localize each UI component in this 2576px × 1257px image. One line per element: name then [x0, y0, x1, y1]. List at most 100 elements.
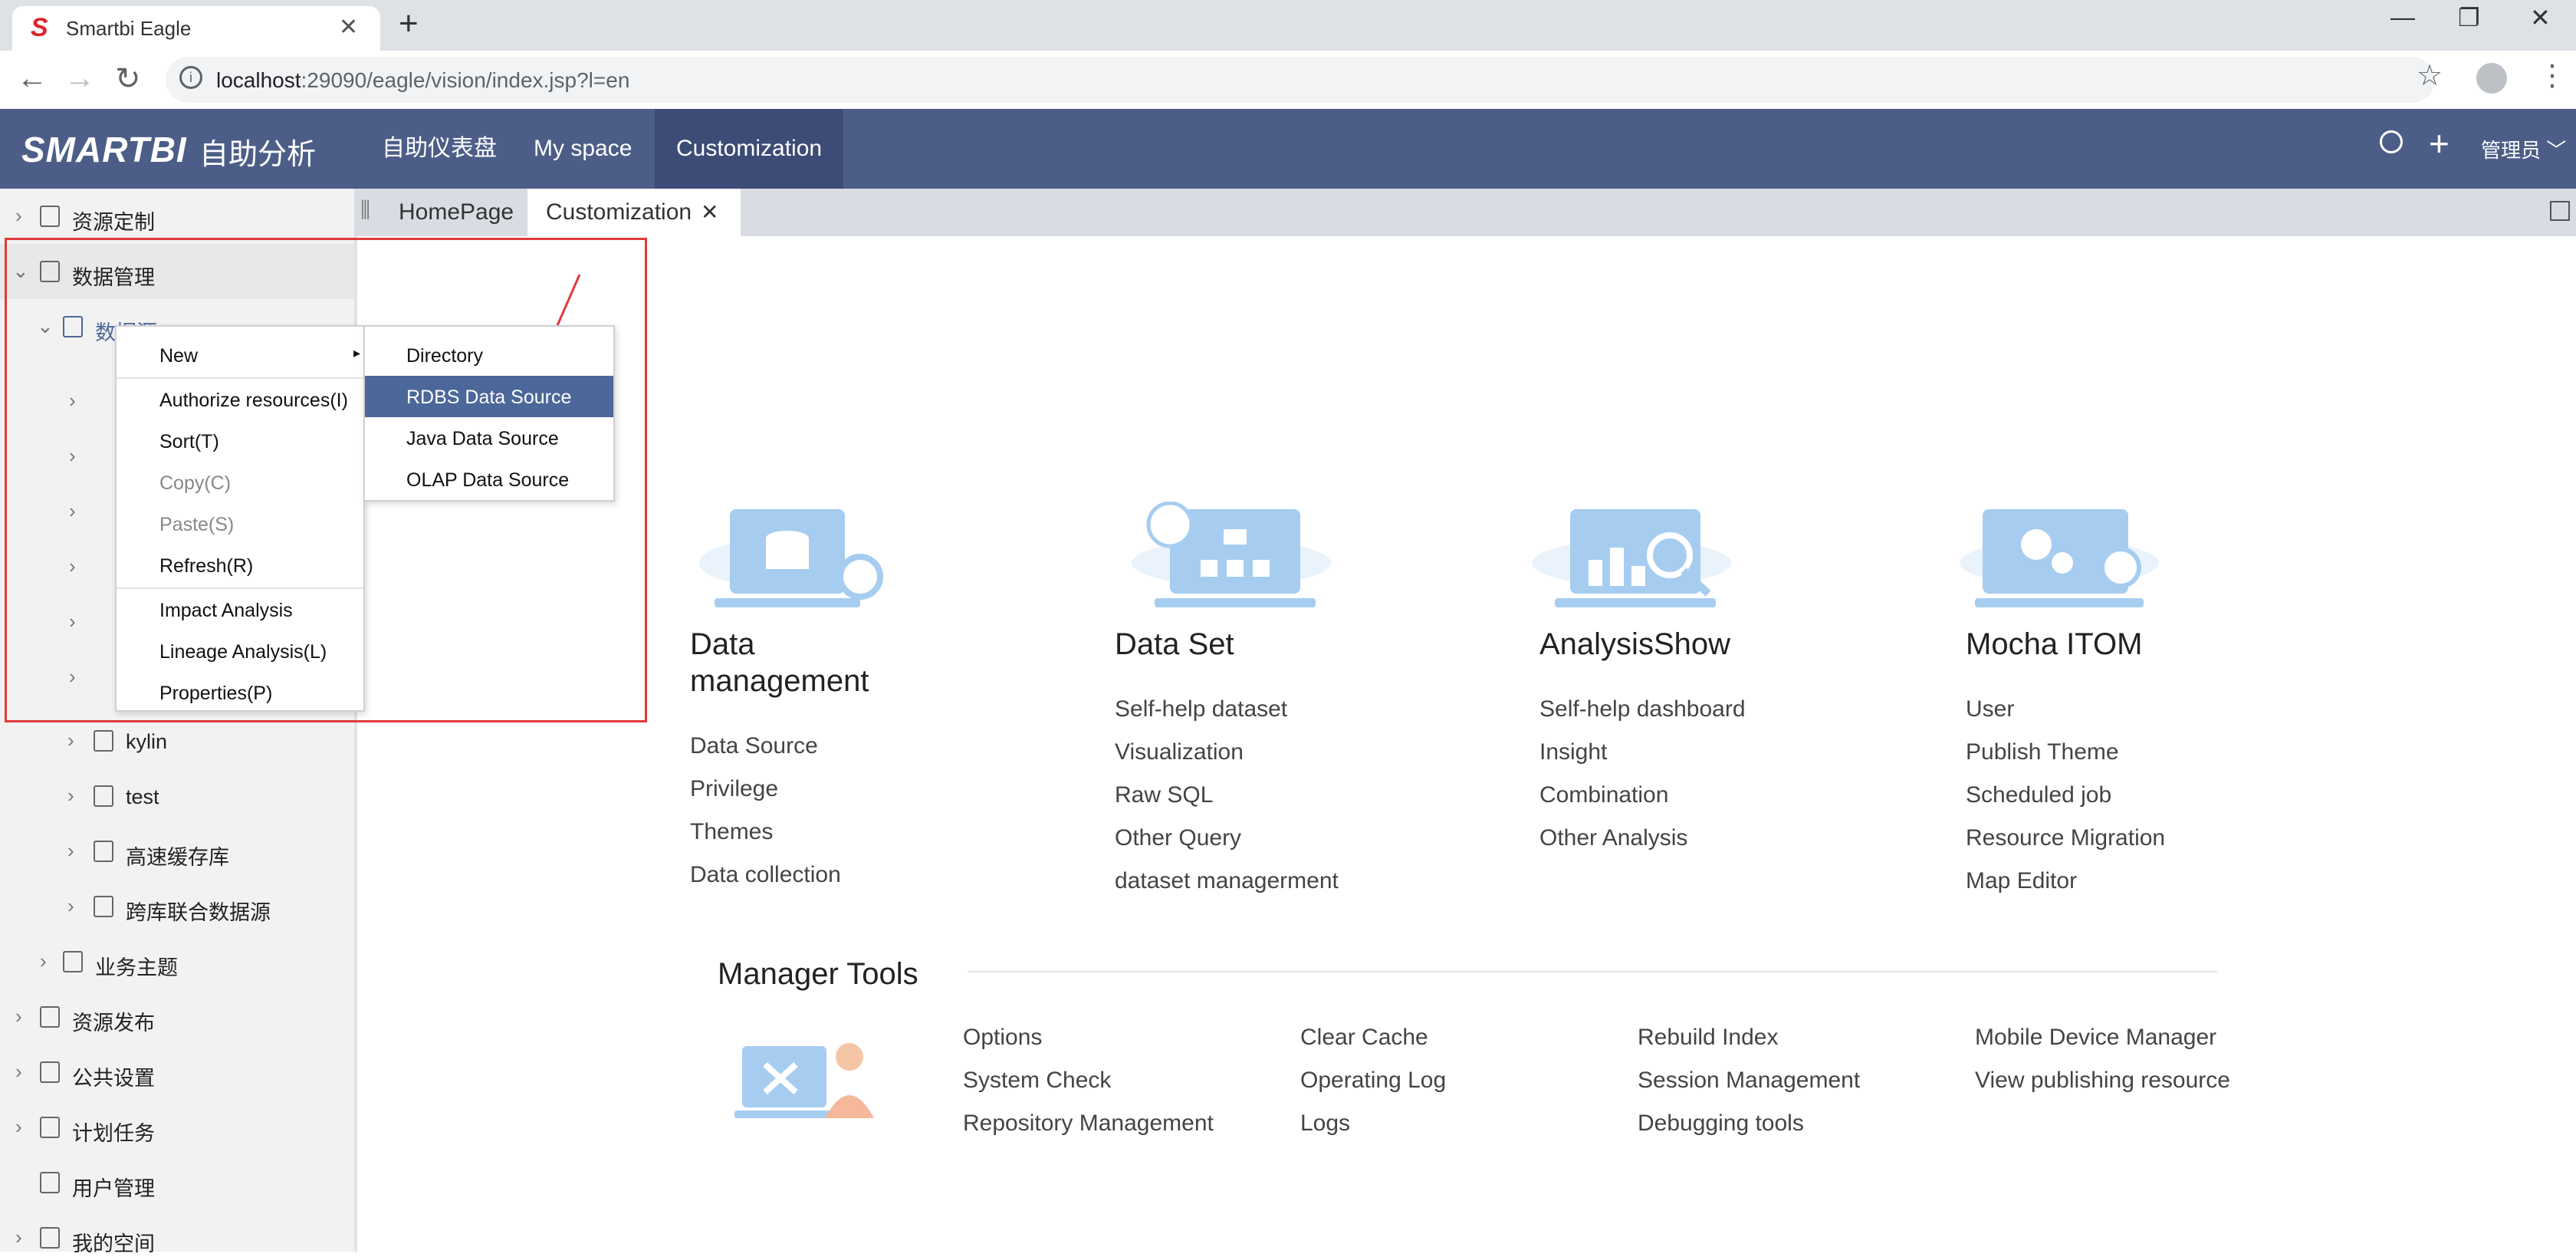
user-management-icon [40, 1172, 60, 1193]
bookmark-star-icon[interactable]: ☆ [2417, 58, 2443, 93]
add-icon[interactable]: + [2429, 123, 2450, 164]
chevron-right-icon: › [67, 839, 74, 862]
tree-node-resource-custom[interactable]: › 资源定制 [0, 189, 354, 244]
menu-item-new[interactable]: New ▸ [117, 334, 363, 376]
link-resource-migration[interactable]: Resource Migration [1966, 825, 2165, 851]
tree-node-public-settings[interactable]: › 公共设置 [0, 1045, 354, 1100]
app-header: SMARTBI 自助分析 自助仪表盘 My space Customizatio… [0, 109, 2576, 189]
close-tab-icon[interactable]: ✕ [339, 14, 358, 41]
link-repository-management[interactable]: Repository Management [963, 1111, 1214, 1137]
tree-node-cache-db[interactable]: › 高速缓存库 [0, 824, 354, 879]
link-clear-cache[interactable]: Clear Cache [1300, 1025, 1428, 1051]
link-debugging-tools[interactable]: Debugging tools [1638, 1111, 1804, 1137]
content-tabbar: ⫼ HomePage Customization ✕ [354, 189, 2576, 236]
user-menu[interactable]: 管理员 ﹀ [2481, 135, 2566, 163]
close-tab-icon[interactable]: ✕ [701, 199, 718, 225]
menu-item-lineage-analysis[interactable]: Lineage Analysis(L) [117, 630, 363, 672]
browser-tab-title: Smartbi Eagle [66, 17, 192, 40]
federated-db-icon [94, 896, 113, 917]
link-options[interactable]: Options [963, 1025, 1042, 1051]
link-user[interactable]: User [1966, 696, 2014, 722]
link-rebuild-index[interactable]: Rebuild Index [1638, 1025, 1778, 1051]
link-raw-sql[interactable]: Raw SQL [1115, 782, 1213, 808]
link-map-editor[interactable]: Map Editor [1966, 868, 2077, 894]
reload-icon[interactable]: ↻ [115, 61, 141, 97]
new-tab-icon[interactable]: + [399, 5, 419, 43]
restore-icon[interactable]: ❐ [2458, 3, 2480, 32]
link-view-publishing-resource[interactable]: View publishing resource [1975, 1068, 2230, 1094]
link-scheduled-job[interactable]: Scheduled job [1966, 782, 2111, 808]
chevron-right-icon: › [67, 894, 74, 917]
tree-node-user-management[interactable]: 用户管理 [0, 1155, 354, 1210]
tab-list-icon[interactable]: ⫼ [360, 198, 370, 223]
manager-tools-title: Manager Tools [718, 957, 918, 991]
link-data-collection[interactable]: Data collection [690, 862, 841, 888]
link-dataset-management[interactable]: dataset managerment [1115, 868, 1339, 894]
link-data-source[interactable]: Data Source [690, 733, 818, 759]
chevron-right-icon: › [40, 949, 47, 972]
chevron-right-icon: › [67, 784, 74, 807]
submenu-item-olap-data-source[interactable]: OLAP Data Source [365, 459, 613, 500]
browser-menu-icon[interactable]: ⋮ [2538, 58, 2567, 93]
profile-avatar-icon[interactable] [2476, 63, 2507, 94]
link-session-management[interactable]: Session Management [1638, 1068, 1860, 1094]
menu-item-paste[interactable]: Paste(S) [117, 503, 363, 545]
url-field[interactable]: i localhost:29090/eagle/vision/index.jsp… [166, 57, 2435, 103]
chevron-right-icon: › [15, 1115, 22, 1138]
link-insight[interactable]: Insight [1539, 739, 1607, 765]
link-self-help-dataset[interactable]: Self-help dataset [1115, 696, 1287, 722]
chevron-right-icon: › [15, 1005, 22, 1028]
tree-node-resource-publish[interactable]: › 资源发布 [0, 989, 354, 1045]
link-publish-theme[interactable]: Publish Theme [1966, 739, 2119, 765]
tab-homepage[interactable]: HomePage [380, 189, 532, 236]
tree-node-business-theme[interactable]: › 业务主题 [0, 934, 354, 989]
forward-icon[interactable]: → [64, 61, 95, 96]
link-operating-log[interactable]: Operating Log [1300, 1068, 1446, 1094]
menu-item-properties[interactable]: Properties(P) [117, 672, 363, 713]
cache-db-icon [94, 841, 113, 862]
browser-tabstrip: S Smartbi Eagle ✕ + — ❐ ✕ [0, 0, 2576, 51]
submenu-item-rdbs-data-source[interactable]: RDBS Data Source [365, 376, 613, 417]
tree-node-my-space[interactable]: › 我的空间 [0, 1210, 354, 1255]
analysis-show-illustration [1532, 509, 1731, 607]
resource-icon [40, 206, 60, 227]
link-other-analysis[interactable]: Other Analysis [1539, 825, 1687, 851]
link-themes[interactable]: Themes [690, 819, 773, 845]
search-icon[interactable] [2380, 130, 2403, 153]
maximize-panel-icon[interactable] [2550, 201, 2570, 221]
section-divider [968, 971, 2217, 972]
tree-node-scheduled-tasks[interactable]: › 计划任务 [0, 1100, 354, 1155]
database-icon [94, 730, 113, 752]
menu-item-authorize[interactable]: Authorize resources(I) [117, 379, 363, 420]
close-window-icon[interactable]: ✕ [2530, 3, 2551, 32]
submenu-item-directory[interactable]: Directory [365, 334, 613, 376]
settings-icon [40, 1061, 60, 1083]
link-other-query[interactable]: Other Query [1115, 825, 1241, 851]
link-mobile-device-manager[interactable]: Mobile Device Manager [1975, 1025, 2216, 1051]
menu-item-impact-analysis[interactable]: Impact Analysis [117, 589, 363, 630]
customization-home: Data management Data Source Privilege Th… [357, 236, 2576, 1252]
menu-item-copy[interactable]: Copy(C) [117, 462, 363, 503]
link-system-check[interactable]: System Check [963, 1068, 1111, 1094]
chevron-down-icon: ﹀ [2546, 139, 2567, 162]
menu-item-refresh[interactable]: Refresh(R) [117, 545, 363, 586]
browser-tab[interactable]: S Smartbi Eagle ✕ [12, 6, 380, 51]
nav-customization[interactable]: Customization [655, 109, 844, 189]
manager-tools-illustration [734, 1043, 874, 1118]
link-logs[interactable]: Logs [1300, 1111, 1350, 1137]
tree-node-federated-ds[interactable]: › 跨库联合数据源 [0, 879, 354, 934]
link-combination[interactable]: Combination [1539, 782, 1668, 808]
minimize-icon[interactable]: — [2390, 3, 2415, 31]
submenu-item-java-data-source[interactable]: Java Data Source [365, 417, 613, 459]
nav-my-space[interactable]: My space [512, 109, 653, 189]
link-visualization[interactable]: Visualization [1115, 739, 1244, 765]
link-self-help-dashboard[interactable]: Self-help dashboard [1539, 696, 1746, 722]
menu-item-sort[interactable]: Sort(T) [117, 420, 363, 462]
nav-self-dashboard[interactable]: 自助仪表盘 [360, 109, 518, 189]
link-privilege[interactable]: Privilege [690, 776, 778, 802]
info-icon[interactable]: i [179, 66, 202, 89]
tree-node-test[interactable]: › test [0, 768, 354, 824]
smartbi-logo: SMARTBI [21, 130, 187, 169]
back-icon[interactable]: ← [17, 61, 48, 96]
card-title-mocha-itom: Mocha ITOM [1966, 627, 2143, 661]
